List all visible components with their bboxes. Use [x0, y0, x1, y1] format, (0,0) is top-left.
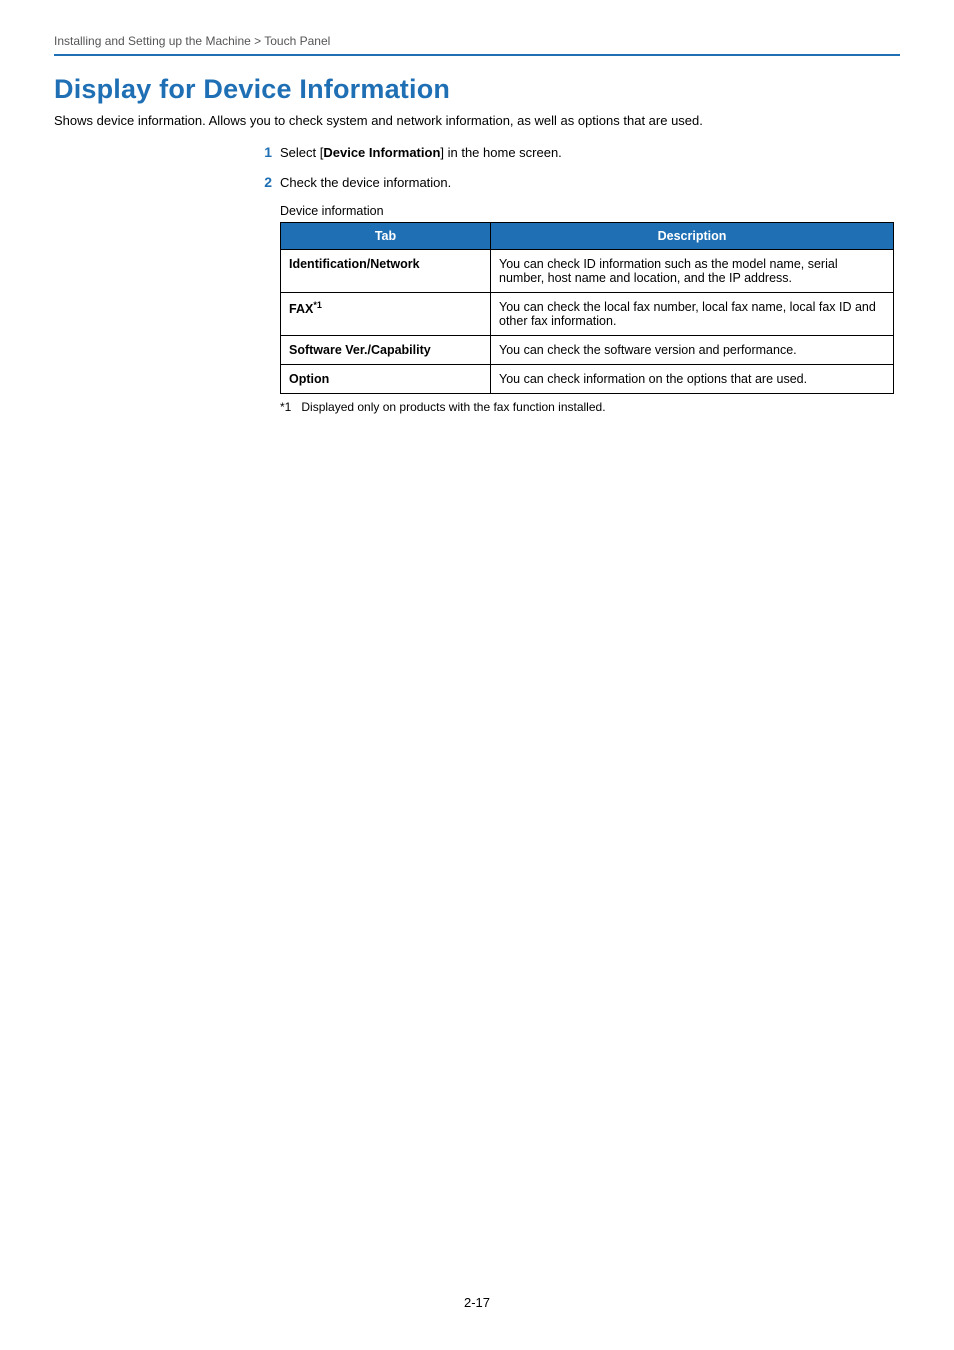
cell-tab: Software Ver./Capability	[281, 336, 491, 365]
step-2-text: Check the device information.	[280, 175, 894, 190]
step-1-text: Select [Device Information] in the home …	[280, 145, 894, 160]
step-1-suffix: ] in the home screen.	[440, 145, 561, 160]
header-tab: Tab	[281, 223, 491, 250]
page-number: 2-17	[0, 1295, 954, 1310]
fax-footnote-mark: *1	[313, 300, 322, 310]
cell-desc: You can check information on the options…	[491, 365, 894, 394]
intro-text: Shows device information. Allows you to …	[54, 113, 900, 128]
page-title: Display for Device Information	[54, 74, 900, 105]
header-rule	[54, 54, 900, 56]
cell-desc: You can check the software version and p…	[491, 336, 894, 365]
step-1: 1 Select [Device Information] in the hom…	[254, 144, 894, 160]
table-row: Software Ver./Capability You can check t…	[281, 336, 894, 365]
step-1-bold: Device Information	[323, 145, 440, 160]
breadcrumb: Installing and Setting up the Machine > …	[54, 34, 900, 54]
table-header-row: Tab Description	[281, 223, 894, 250]
table-caption: Device information	[280, 204, 894, 218]
step-2: 2 Check the device information.	[254, 174, 894, 190]
cell-tab: FAX*1	[281, 293, 491, 336]
device-info-table: Tab Description Identification/Network Y…	[280, 222, 894, 394]
table-row: FAX*1 You can check the local fax number…	[281, 293, 894, 336]
step-2-number: 2	[254, 174, 272, 190]
footnote-text: Displayed only on products with the fax …	[301, 400, 605, 414]
step-1-number: 1	[254, 144, 272, 160]
cell-desc: You can check ID information such as the…	[491, 250, 894, 293]
step-1-prefix: Select [	[280, 145, 323, 160]
table-row: Identification/Network You can check ID …	[281, 250, 894, 293]
cell-desc: You can check the local fax number, loca…	[491, 293, 894, 336]
table-row: Option You can check information on the …	[281, 365, 894, 394]
cell-tab: Option	[281, 365, 491, 394]
header-description: Description	[491, 223, 894, 250]
footnote-mark: *1	[280, 400, 291, 414]
fax-label: FAX	[289, 302, 313, 316]
cell-tab: Identification/Network	[281, 250, 491, 293]
footnote: *1 Displayed only on products with the f…	[280, 400, 894, 414]
